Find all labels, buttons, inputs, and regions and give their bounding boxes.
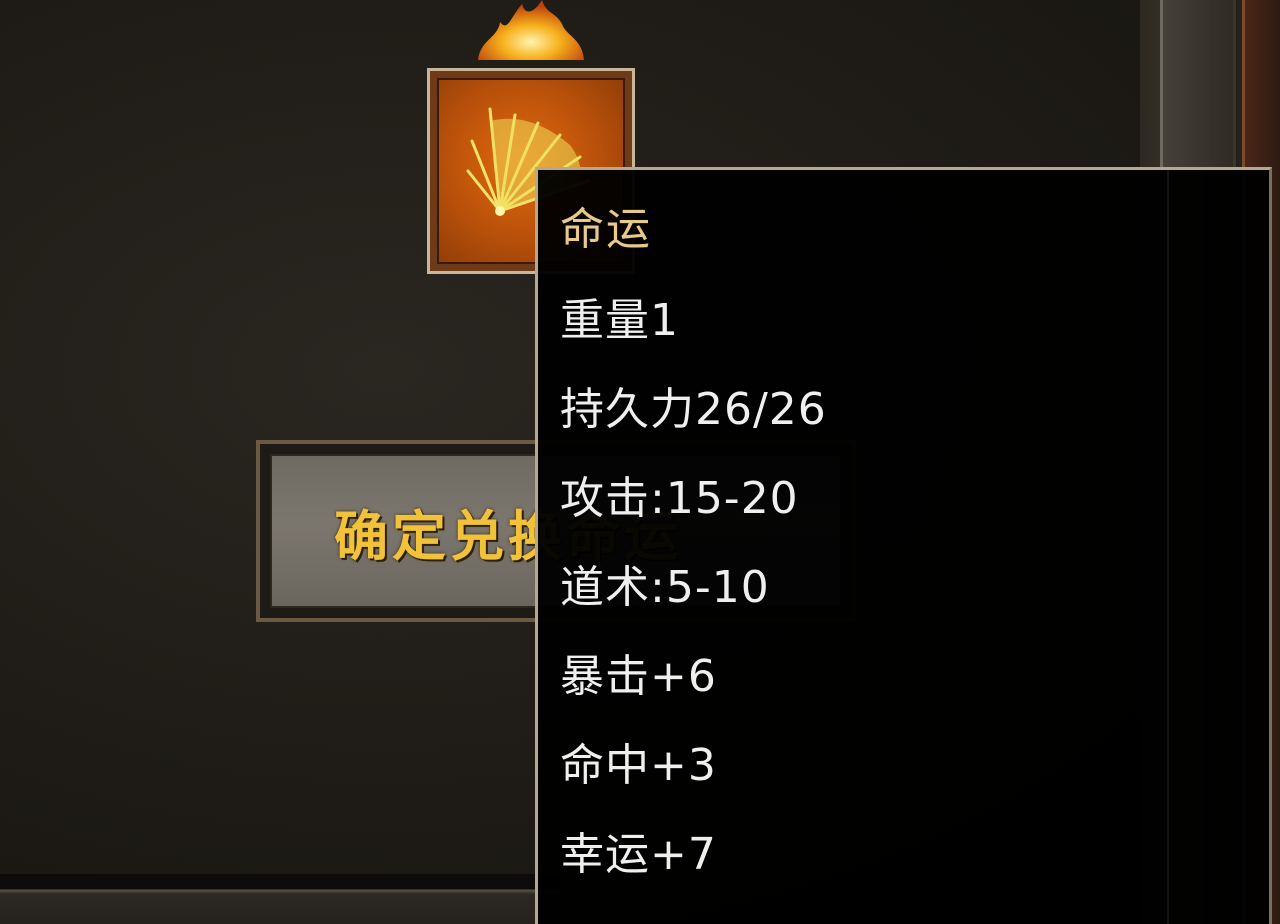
frame-pillar (1160, 0, 1236, 170)
stat-weight: 重量1 (560, 295, 679, 346)
stat-durability: 持久力26/26 (560, 384, 827, 435)
tooltip-item-name: 命运 (560, 204, 652, 255)
game-screen: 确定兑换命运 命运 重量1 持久力26/26 攻击:15-20 道术:5-10 … (0, 0, 1280, 924)
stat-critical: 暴击+6 (560, 651, 717, 702)
stat-luck: 幸运+7 (560, 829, 717, 880)
stat-taoism: 道术:5-10 (560, 562, 770, 613)
item-tooltip: 命运 重量1 持久力26/26 攻击:15-20 道术:5-10 暴击+6 命中… (535, 167, 1272, 924)
bottom-panel-edge (0, 874, 560, 924)
flame-icon (478, 0, 584, 60)
stat-accuracy: 命中+3 (560, 740, 717, 791)
tooltip-divider (1167, 170, 1169, 924)
stat-attack: 攻击:15-20 (560, 473, 799, 524)
